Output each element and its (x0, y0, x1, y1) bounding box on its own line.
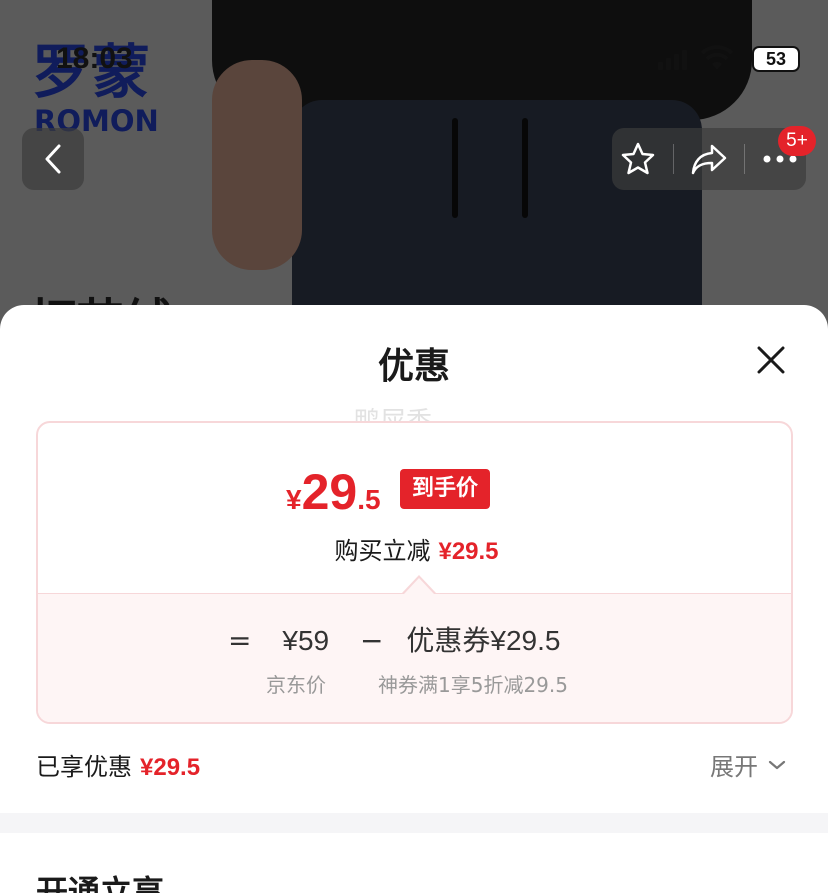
chevron-left-icon (45, 144, 61, 174)
chevron-down-icon (768, 760, 786, 769)
coupon-amount: ¥29.5 (490, 625, 561, 656)
final-price: ¥29.5 (286, 463, 381, 521)
enjoyed-discount: 已享优惠 ¥29.5 (36, 747, 200, 782)
cart-badge: 5+ (778, 126, 816, 156)
cellular-signal-icon (658, 50, 687, 70)
instant-discount: 购买立减 ¥29.5 (38, 531, 791, 566)
status-time: 18:03 (56, 42, 133, 75)
nav-actions (612, 128, 806, 190)
enjoyed-discount-label: 已享优惠 (36, 753, 132, 781)
instant-discount-amount: ¥29.5 (438, 538, 499, 565)
discount-sheet: 优惠 鸭屎香 ¥29.5 到手价 购买立减¥29.5 = ¥59 − 优惠券¥2… (0, 305, 828, 893)
wifi-icon (700, 45, 734, 70)
next-section-title: 开通立享 (36, 873, 165, 893)
notch-inner (404, 578, 434, 594)
close-icon[interactable] (750, 339, 792, 381)
share-icon[interactable] (690, 142, 728, 176)
minus-sign: − (360, 624, 384, 657)
base-price-caption: 京东价 (266, 673, 326, 697)
star-icon[interactable] (620, 141, 656, 177)
divider (672, 144, 674, 174)
base-price: ¥59 (282, 625, 330, 656)
coupon-caption: 神券满1享5折减29.5 (378, 673, 568, 697)
divider (744, 144, 746, 174)
expand-button[interactable]: 展开 (710, 747, 786, 782)
equals-sign: = (228, 624, 252, 657)
back-button[interactable] (22, 128, 84, 190)
section-divider (0, 813, 828, 833)
price-breakdown-card: ¥29.5 到手价 购买立减 ¥29.5 = ¥59 − 优惠券¥29.5 京东价… (36, 421, 793, 724)
sheet-title: 优惠 (377, 346, 450, 387)
battery-icon: 53 (752, 46, 800, 72)
expand-label: 展开 (710, 753, 758, 781)
instant-discount-label: 购买立减 (334, 537, 431, 565)
final-price-currency: ¥ (286, 484, 302, 515)
final-price-integer: 29 (301, 464, 358, 520)
final-price-decimal: .5 (357, 484, 381, 515)
price-formula: = ¥59 − 优惠券¥29.5 (228, 619, 560, 659)
final-price-tag: 到手价 (400, 469, 491, 509)
enjoyed-discount-amount: ¥29.5 (140, 754, 201, 781)
coupon-label: 优惠券 (406, 624, 491, 657)
